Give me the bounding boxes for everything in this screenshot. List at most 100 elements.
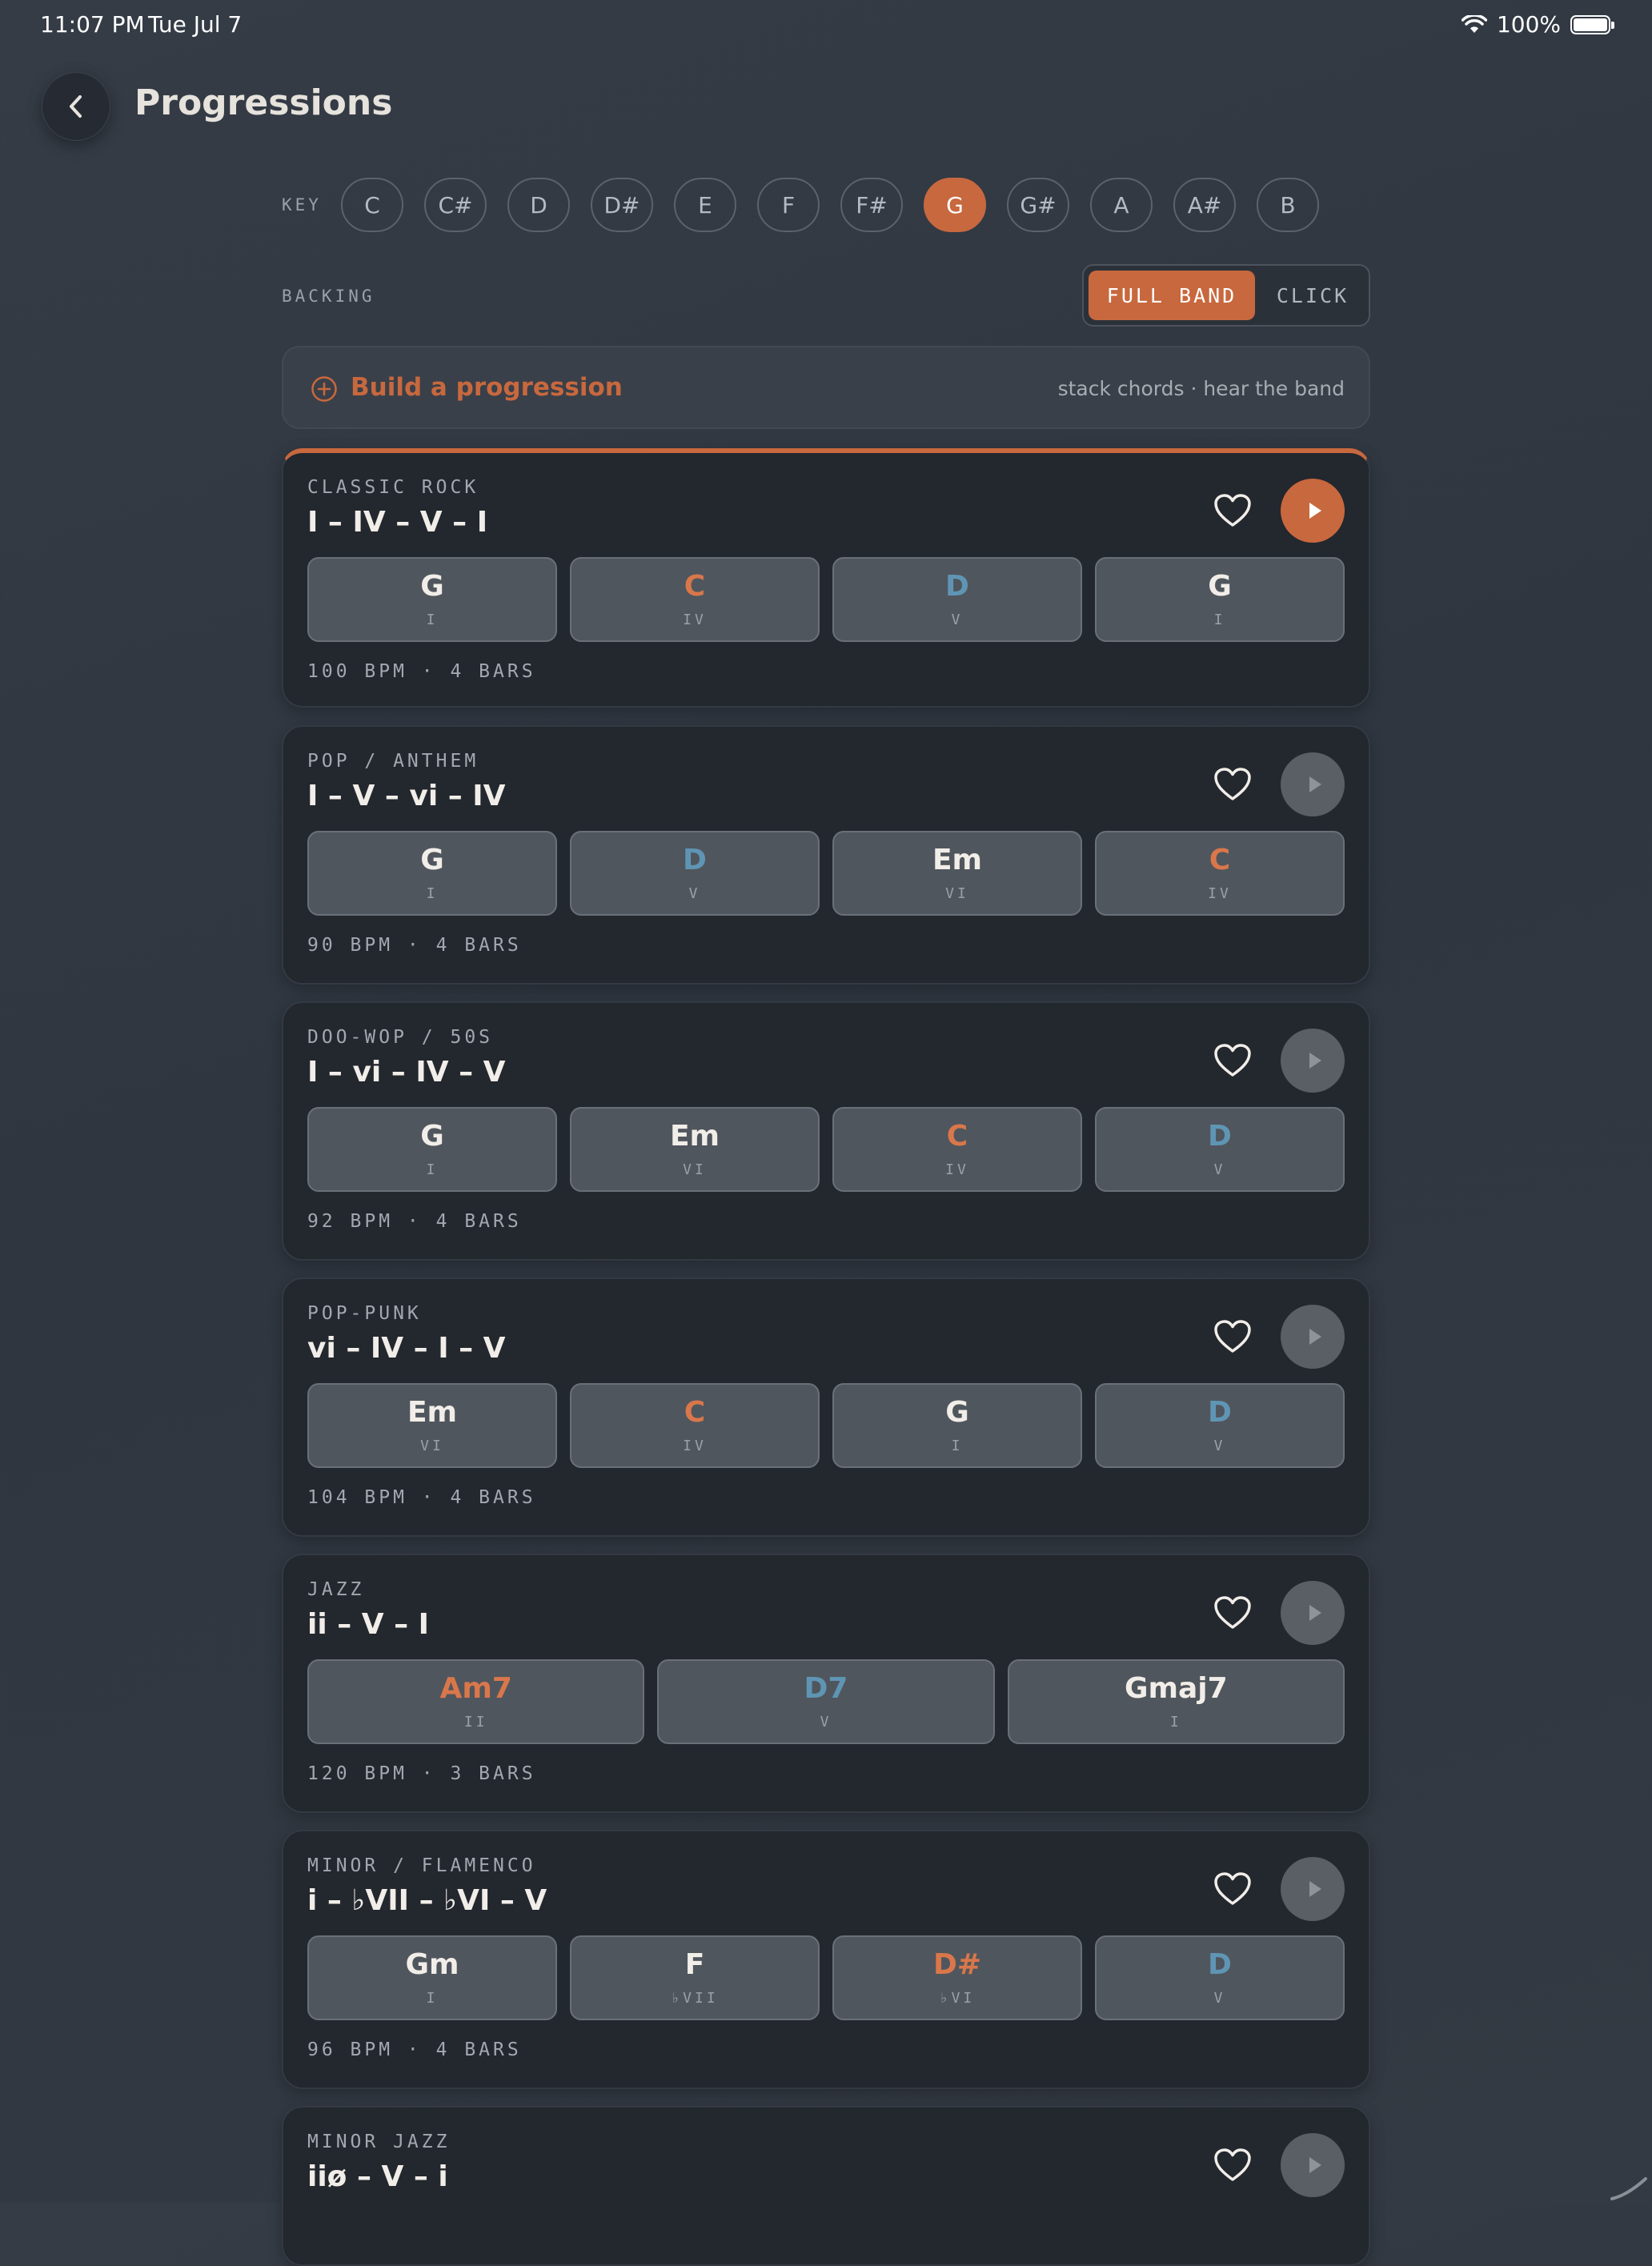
chord-tile[interactable]: Em VI [570,1107,820,1192]
chord-row: Am7 II D7 V Gmaj7 I [307,1659,1345,1744]
progression-card[interactable]: JAZZ ii – V – I Am7 II D7 V Gmaj7 I 120 BPM · 3 … [282,1554,1370,1813]
chord-tile[interactable]: GI [1095,557,1345,642]
progression-card[interactable]: POP-PUNK vi – IV – I – V Em VI C IV G I D V 104 BP… [282,1277,1370,1537]
chord-tile[interactable]: GI [307,831,557,916]
chord-name: G [945,1396,969,1429]
key-chip-e[interactable]: E [674,178,736,232]
chord-tile[interactable]: Am7 II [307,1659,645,1744]
play-icon [1302,499,1326,523]
battery-percent: 100% [1496,11,1561,38]
progression-card[interactable]: DOO-WOP / 50S I – vi – IV – V G I Em VI C IV D V 9… [282,1001,1370,1261]
chord-tile[interactable]: F ♭VII [570,1935,820,2020]
key-chip-c[interactable]: C [341,178,403,232]
chord-tile[interactable]: Gmaj7 I [1007,1659,1345,1744]
play-button[interactable] [1281,479,1345,543]
card-meta: 120 BPM · 3 BARS [307,1763,536,1784]
play-button[interactable] [1281,1029,1345,1093]
chord-tile[interactable]: C IV [832,1107,1082,1192]
chord-degree: IV [945,1161,969,1178]
chord-degree: V [1213,1438,1226,1454]
chord-tile[interactable]: DV [1095,1935,1345,2020]
chord-degree: I [1213,612,1226,628]
chord-tile[interactable]: GI [832,1383,1082,1468]
key-label: KEY [282,195,322,215]
favorite-heart-icon[interactable] [1213,1043,1252,1078]
play-icon [1302,1601,1326,1625]
key-chip-g[interactable]: G [924,178,986,232]
chord-tile[interactable]: Em VI [832,831,1082,916]
chord-degree: V [951,612,964,628]
progression-card[interactable]: POP / ANTHEM I – V – vi – IV G I D V Em VI C IV 90… [282,725,1370,985]
progression-card[interactable]: CLASSIC ROCK I – IV – V – I G I C IV D V G I 100 B… [282,448,1370,708]
chord-degree: I [426,612,439,628]
chord-tile[interactable]: C IV [570,1383,820,1468]
key-chip-b[interactable]: B [1257,178,1319,232]
chord-tile[interactable]: D7 V [657,1659,995,1744]
card-meta: 92 BPM · 4 BARS [307,1211,522,1232]
chord-tile[interactable]: D# ♭VI [832,1935,1082,2020]
favorite-heart-icon[interactable] [1213,767,1252,802]
chord-tile[interactable]: DV [1095,1107,1345,1192]
backing-toggle: FULL BAND CLICK [1082,264,1370,327]
chord-degree: V [688,885,701,902]
build-progression-label: Build a progression [351,373,623,402]
card-numerals: i – ♭VII – ♭VI – V [307,1884,547,1917]
key-chip-g-sharp[interactable]: G# [1007,178,1069,232]
favorite-heart-icon[interactable] [1213,1871,1252,1907]
chord-name: Em [407,1396,458,1429]
card-numerals: I – V – vi – IV [307,780,506,812]
play-button[interactable] [1281,1305,1345,1369]
chord-tile[interactable]: DV [570,831,820,916]
card-meta: 96 BPM · 4 BARS [307,2039,522,2060]
chord-degree: IV [1208,885,1232,902]
key-chip-f[interactable]: F [757,178,820,232]
key-chip-a-sharp[interactable]: A# [1173,178,1236,232]
card-meta: 104 BPM · 4 BARS [307,1487,536,1508]
chord-row: G I Em VI C IV D V [307,1107,1345,1192]
key-chip-d-sharp[interactable]: D# [591,178,653,232]
chord-tile[interactable]: DV [832,557,1082,642]
play-button[interactable] [1281,1581,1345,1645]
backing-option-full-band[interactable]: FULL BAND [1089,271,1255,320]
chord-name: Em [932,844,983,876]
build-progression-button[interactable]: Build a progression stack chords · hear … [282,346,1370,429]
backing-label: BACKING [282,287,375,306]
key-chip-f-sharp[interactable]: F# [840,178,903,232]
progression-card[interactable]: MINOR / FLAMENCO i – ♭VII – ♭VI – V Gm I F ♭V… [282,1830,1370,2089]
key-chip-c-sharp[interactable]: C# [424,178,487,232]
play-button[interactable] [1281,2133,1345,2197]
chord-tile[interactable]: Em VI [307,1383,557,1468]
card-genre: POP-PUNK [307,1303,422,1324]
favorite-heart-icon[interactable] [1213,1595,1252,1630]
play-button[interactable] [1281,1857,1345,1921]
card-genre: DOO-WOP / 50S [307,1027,494,1048]
key-chip-a[interactable]: A [1090,178,1153,232]
play-button[interactable] [1281,752,1345,816]
progression-card[interactable]: MINOR JAZZ iiø – V – i [282,2106,1370,2266]
chord-name: C [946,1120,968,1153]
key-chip-d[interactable]: D [507,178,570,232]
favorite-heart-icon[interactable] [1213,2148,1252,2183]
chord-tile[interactable]: C IV [1095,831,1345,916]
chord-degree: II [463,1714,488,1731]
chord-name: D7 [804,1672,848,1705]
favorite-heart-icon[interactable] [1213,1319,1252,1354]
backing-option-click[interactable]: CLICK [1261,271,1364,320]
chord-degree: I [1169,1714,1182,1731]
chord-tile[interactable]: Gm I [307,1935,557,2020]
chord-tile[interactable]: C IV [570,557,820,642]
card-numerals: vi – IV – I – V [307,1332,506,1365]
back-button[interactable] [42,72,110,141]
card-numerals: iiø – V – i [307,2160,448,2193]
chord-name: D [1208,1396,1232,1429]
chord-tile[interactable]: GI [307,557,557,642]
chord-name: Am7 [439,1672,512,1705]
favorite-heart-icon[interactable] [1213,493,1252,528]
chord-tile[interactable]: GI [307,1107,557,1192]
chord-tile[interactable]: DV [1095,1383,1345,1468]
build-progression-hint: stack chords · hear the band [1057,377,1345,400]
chord-degree: V [1213,1990,1226,2007]
chord-name: G [420,1120,444,1153]
chord-row: Em VI C IV G I D V [307,1383,1345,1468]
chord-degree: I [426,1161,439,1178]
